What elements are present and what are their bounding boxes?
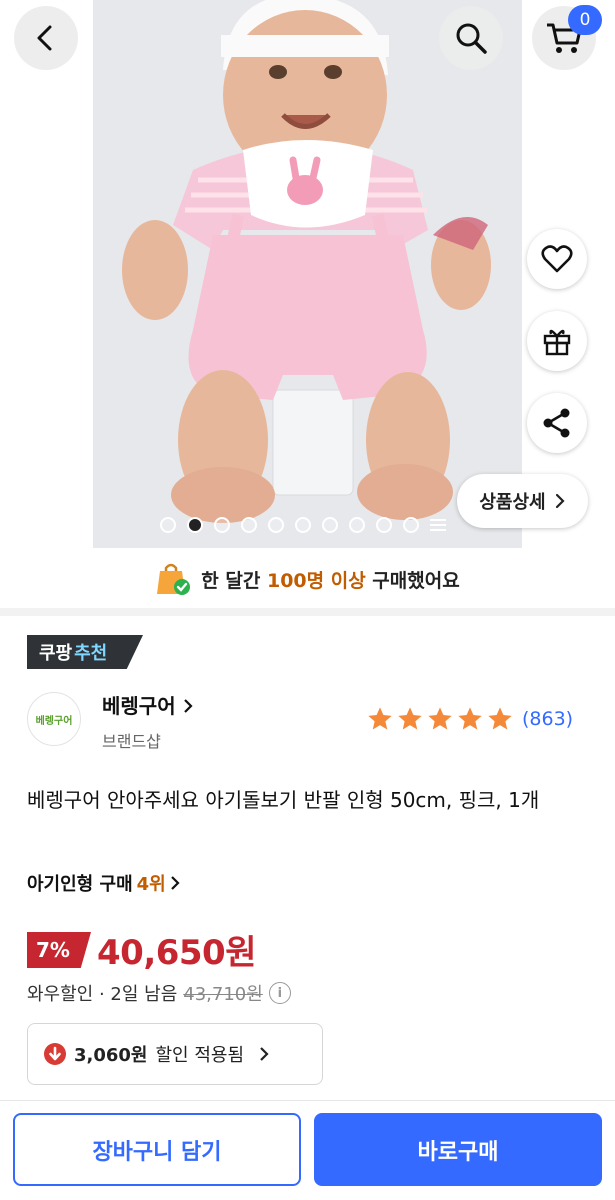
brand-logo-text: 베렝구어 [35, 715, 73, 727]
original-price: 43,710원 [183, 984, 263, 1005]
share-button[interactable] [527, 393, 587, 453]
carousel-dot[interactable] [295, 517, 311, 533]
product-image-carousel[interactable]: 0 상품상세 [0, 0, 615, 548]
brand-name-link[interactable]: 베렝구어 [102, 690, 193, 719]
heart-icon [541, 245, 573, 273]
price-details: 와우할인 · 2일 남음 43,710원 i [27, 980, 291, 1006]
carousel-dot-active[interactable] [187, 517, 203, 533]
review-count[interactable]: (863) [522, 708, 573, 730]
brand-name: 베렝구어 [102, 694, 176, 718]
chevron-right-icon [555, 493, 565, 509]
back-icon [37, 25, 52, 51]
proof-highlight: 100명 이상 [266, 569, 366, 592]
wishlist-button[interactable] [527, 229, 587, 289]
star-icon [368, 707, 392, 730]
cart-count-badge: 0 [568, 5, 602, 35]
share-icon [543, 408, 570, 438]
discount-rate-tag: 7% [27, 932, 91, 968]
coupon-label: 할인 적용됨 [155, 1045, 245, 1066]
star-icon [428, 707, 452, 730]
chevron-right-icon [183, 699, 193, 713]
chevron-right-icon [260, 1047, 269, 1061]
chevron-right-icon [170, 876, 180, 890]
proof-prefix: 한 달간 [201, 569, 267, 592]
carousel-dot[interactable] [349, 517, 365, 533]
proof-suffix: 구매했어요 [365, 569, 460, 592]
rank-prefix: 아기인형 구매 [27, 874, 133, 895]
deal-text: 와우할인 · 2일 남음 [27, 984, 178, 1005]
search-button[interactable] [439, 6, 503, 70]
product-title: 베렝구어 안아주세요 아기돌보기 반팔 인형 50cm, 핑크, 1개 [27, 788, 540, 812]
product-detail-button[interactable]: 상품상세 [457, 474, 588, 528]
more-slides-icon [430, 519, 446, 531]
down-arrow-icon [44, 1043, 66, 1065]
carousel-indicator [160, 517, 446, 533]
back-button[interactable] [14, 6, 78, 70]
rating-summary[interactable]: (863) [366, 705, 573, 733]
product-photo [93, 0, 522, 548]
carousel-dot[interactable] [403, 517, 419, 533]
carousel-dot[interactable] [322, 517, 338, 533]
bottom-bar-divider [0, 1100, 615, 1101]
coupon-amount: 3,060원 [74, 1045, 148, 1066]
brand-logo[interactable]: 베렝구어 [27, 692, 81, 746]
star-icon [458, 707, 482, 730]
badge-accent-text: 추천 [74, 643, 108, 664]
search-icon [456, 23, 487, 54]
carousel-dot[interactable] [376, 517, 392, 533]
coupang-recommend-badge: 쿠팡 추천 [27, 635, 143, 669]
info-icon[interactable]: i [268, 982, 291, 1004]
sale-price: 40,650원 [97, 933, 256, 973]
buy-now-button[interactable]: 바로구매 [314, 1113, 602, 1186]
purchase-count-banner: 한 달간 100명 이상 구매했어요 [0, 556, 615, 602]
add-to-cart-button[interactable]: 장바구니 담기 [13, 1113, 301, 1186]
gift-icon [543, 329, 571, 356]
product-detail-label: 상품상세 [479, 492, 546, 513]
carousel-dot[interactable] [241, 517, 257, 533]
star-icon [398, 707, 422, 730]
carousel-dot[interactable] [214, 517, 230, 533]
purchase-count-text: 한 달간 100명 이상 구매했어요 [201, 566, 459, 593]
badge-main-text: 쿠팡 [39, 643, 73, 664]
discount-applied-button[interactable]: 3,060원 할인 적용됨 [27, 1023, 323, 1085]
section-divider [0, 608, 615, 616]
brand-shop-label: 브랜드샵 [102, 732, 161, 751]
star-icon [488, 707, 512, 730]
carousel-dot[interactable] [160, 517, 176, 533]
carousel-dot[interactable] [268, 517, 284, 533]
category-rank-link[interactable]: 아기인형 구매 4위 [27, 870, 180, 896]
gift-button[interactable] [527, 311, 587, 371]
rank-number: 4위 [136, 874, 166, 895]
shopping-bag-icon [157, 563, 191, 595]
